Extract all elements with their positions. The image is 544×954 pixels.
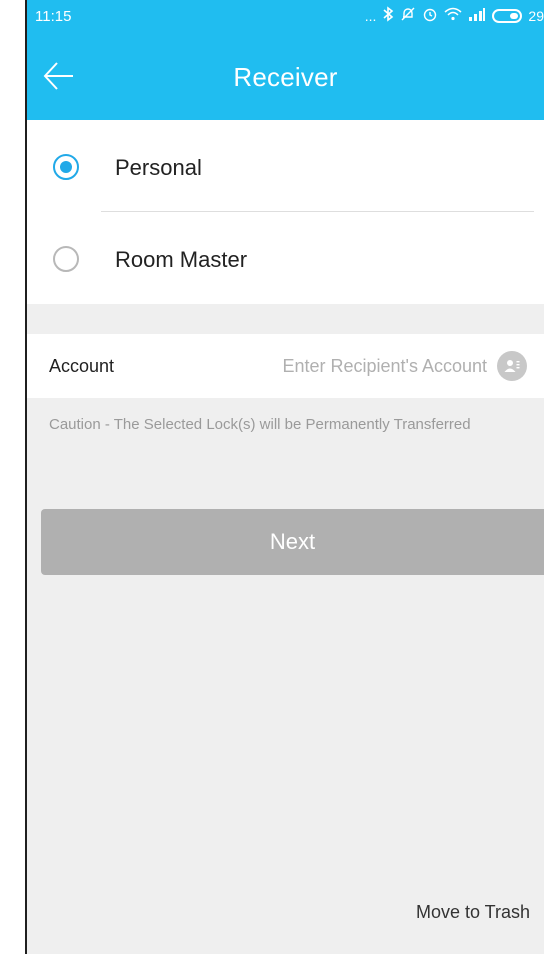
option-room-master[interactable]: Room Master [27,212,544,304]
status-bar: 11:15 ... 29 [27,0,544,32]
app-screen: 11:15 ... 29 Receiver Personal Room Mast… [27,0,544,954]
status-time: 11:15 [35,8,72,25]
wifi-icon [444,7,462,25]
option-label-personal: Personal [115,155,202,180]
account-label: Account [49,356,115,376]
account-row: Account [27,334,544,398]
next-button[interactable]: Next [41,509,544,575]
account-input[interactable] [227,346,487,386]
receiver-type-options: Personal Room Master [27,120,544,304]
phone-screen: 11:15 ... 29 Receiver Personal Room Mast… [0,0,544,954]
move-to-trash-link[interactable]: Move to Trash [416,902,530,923]
caution-text: Caution - The Selected Lock(s) will be P… [49,416,471,433]
contact-book-icon[interactable] [497,351,527,381]
bluetooth-icon [382,6,394,26]
battery-level: 29 [528,8,544,24]
option-label-room-master: Room Master [115,247,248,272]
alarm-icon [422,6,438,26]
device-frame-edge [0,0,27,954]
page-title: Receiver [233,62,338,92]
status-icons: ... 29 [365,6,544,26]
signal-icon [468,7,486,25]
app-bar: Receiver [27,32,544,120]
battery-icon [492,9,523,23]
radio-room-master[interactable] [53,246,79,272]
option-personal[interactable]: Personal [27,120,544,212]
options-divider [101,211,534,212]
mute-icon [400,6,416,26]
radio-personal[interactable] [53,154,79,180]
notification-dots-icon: ... [364,8,377,24]
